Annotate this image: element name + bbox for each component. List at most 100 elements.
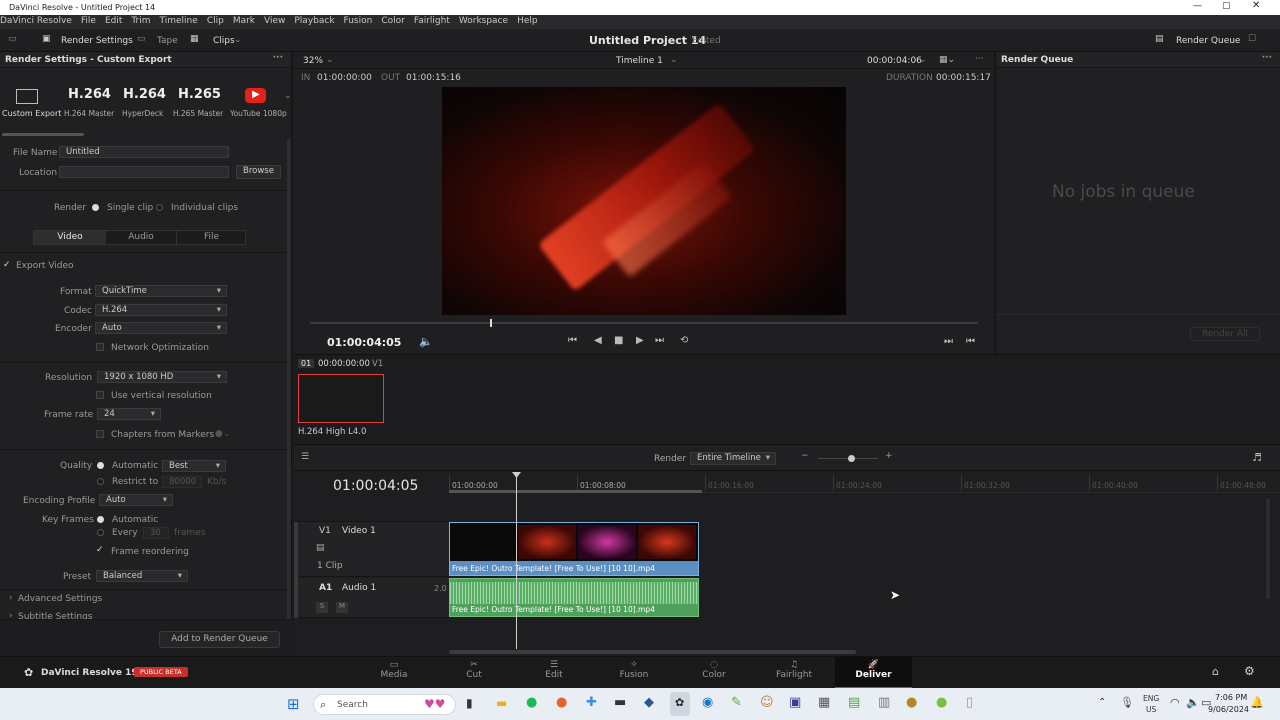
browse-button[interactable]: Browse [236, 165, 281, 179]
preset-h264-master[interactable]: H.264 Master [64, 109, 114, 118]
home-icon[interactable]: ⌂ [1212, 665, 1219, 678]
page-cut[interactable]: ✂ Cut [452, 660, 496, 680]
clips-button[interactable]: Clips [213, 36, 235, 46]
format-select[interactable]: QuickTime [95, 285, 227, 297]
zoom-out-icon[interactable]: − [801, 451, 809, 461]
minimize-icon[interactable]: — [1193, 1, 1202, 11]
video-clip[interactable]: Free Epic! Outro Template! [Free To Use!… [449, 522, 699, 576]
windows-start-icon[interactable]: ⊞ [287, 695, 300, 713]
menu-item-edit[interactable]: Edit [105, 16, 122, 26]
volume-icon[interactable]: 🔈 [1186, 696, 1200, 709]
preset-custom-export[interactable]: Custom Export [2, 109, 61, 118]
zoom-in-icon[interactable]: + [885, 451, 893, 461]
tape-icon[interactable]: ▭ [137, 34, 146, 44]
page-fairlight[interactable]: ♫ Fairlight [772, 660, 816, 680]
more-options-icon[interactable]: ··· [273, 53, 283, 63]
single-clip-radio[interactable] [92, 204, 99, 211]
chevron-down-icon[interactable]: ⌄ [234, 35, 242, 45]
play-reverse-icon[interactable]: ◀ [594, 335, 602, 346]
zoom-slider-handle[interactable] [848, 455, 855, 462]
timeline-name[interactable]: Timeline 1 [616, 56, 663, 66]
resolution-select[interactable]: 1920 x 1080 HD [97, 371, 227, 383]
chevron-right-icon[interactable]: › [9, 593, 13, 603]
wifi-icon[interactable]: ◠ [1170, 696, 1180, 709]
layout-icon[interactable]: ▭ [8, 34, 17, 44]
audio-clip[interactable]: Free Epic! Outro Template! [Free To Use!… [449, 578, 699, 617]
notification-icon[interactable]: 🔔 [1250, 696, 1264, 709]
add-to-render-queue-button[interactable]: Add to Render Queue [159, 631, 280, 648]
stop-icon[interactable]: ■ [614, 335, 623, 346]
timeline-options-icon[interactable]: ☰ [301, 452, 309, 462]
app-icon[interactable]: ✚ [586, 695, 597, 710]
more-options-icon[interactable]: ··· [1262, 53, 1272, 63]
track-clip-icon[interactable]: ▤ [316, 543, 325, 553]
settings-gear-icon[interactable]: ⚙ [1244, 664, 1255, 678]
app-icon[interactable]: ✎ [731, 695, 742, 710]
clock-time[interactable]: 7:06 PM [1215, 693, 1247, 702]
app-icon[interactable]: ◆ [644, 695, 654, 710]
menu-item-workspace[interactable]: Workspace [459, 16, 508, 26]
encoding-profile-select[interactable]: Auto [99, 494, 173, 506]
page-media[interactable]: ▭ Media [372, 660, 416, 680]
custom-export-icon[interactable] [16, 89, 38, 104]
menu-item-timeline[interactable]: Timeline [160, 16, 198, 26]
quality-automatic-radio[interactable] [97, 462, 104, 469]
menu-item-playback[interactable]: Playback [294, 16, 334, 26]
next-clip-icon[interactable]: ⏭ [944, 336, 953, 347]
chevron-down-icon[interactable]: ⌄ [670, 55, 678, 65]
render-queue-icon[interactable]: ▤ [1155, 34, 1164, 44]
davinci-taskbar-icon[interactable]: ✿ [670, 692, 690, 716]
page-edit[interactable]: ☰ Edit [532, 660, 576, 680]
tab-video[interactable]: Video [34, 231, 106, 244]
app-icon[interactable]: ▯ [966, 695, 973, 710]
timeline-scrollbar[interactable] [449, 650, 856, 654]
quality-select[interactable]: Best [162, 460, 226, 472]
taskbar-search[interactable]: ⌕ Search ♥♥ [313, 694, 456, 715]
mute-button[interactable]: M [336, 602, 348, 613]
file-explorer-icon[interactable]: ▬ [496, 696, 507, 710]
preset-scrollbar[interactable] [2, 133, 84, 136]
advanced-settings-toggle[interactable]: Advanced Settings [18, 594, 102, 604]
language-indicator[interactable]: ENG [1143, 694, 1159, 703]
frame-reordering-checkbox[interactable]: ✓ [96, 545, 104, 555]
menu-item-davinci-resolve[interactable]: DaVinci Resolve [0, 16, 72, 26]
clips-icon[interactable]: ▦ [190, 34, 199, 44]
maximize-icon[interactable]: ▢ [1222, 1, 1231, 11]
spotify-icon[interactable]: ● [526, 695, 537, 710]
menu-item-trim[interactable]: Trim [131, 16, 150, 26]
render-all-button[interactable]: Render All [1190, 327, 1260, 341]
render-range-select[interactable]: Entire Timeline [690, 452, 776, 465]
tab-audio[interactable]: Audio [106, 231, 176, 244]
page-deliver[interactable]: 🚀 Deliver [835, 657, 912, 689]
preset-youtube-1080p[interactable]: YouTube 1080p [230, 109, 287, 118]
menu-item-fusion[interactable]: Fusion [344, 16, 373, 26]
menu-item-view[interactable]: View [264, 16, 285, 26]
codec-select[interactable]: H.264 [95, 304, 227, 316]
terminal-icon[interactable]: ▬ [614, 695, 626, 710]
preset-h264-master-title[interactable]: H.264 [68, 87, 111, 102]
viewer-options-icon[interactable]: ▦⌄ [939, 55, 955, 65]
network-optimization-checkbox[interactable] [96, 343, 104, 351]
firefox-icon[interactable]: ● [556, 695, 567, 710]
chevron-down-icon[interactable]: ⌄ [326, 55, 334, 65]
menu-item-file[interactable]: File [81, 16, 96, 26]
lock-icon[interactable]: ▤ [848, 695, 860, 710]
panel-toggle-icon[interactable]: ☐ [1248, 34, 1256, 44]
tab-file[interactable]: File [176, 231, 246, 244]
clock-date[interactable]: 9/06/2024 [1208, 705, 1249, 714]
page-fusion[interactable]: ✧ Fusion [612, 660, 656, 680]
chapters-checkbox[interactable] [96, 430, 104, 438]
keyframes-automatic-radio[interactable] [97, 516, 104, 523]
individual-clips-radio[interactable] [156, 204, 163, 211]
vertical-resolution-checkbox[interactable] [96, 391, 104, 399]
page-color[interactable]: ◌ Color [692, 660, 736, 680]
menu-item-mark[interactable]: Mark [233, 16, 255, 26]
location-input[interactable] [59, 166, 229, 178]
menu-item-color[interactable]: Color [381, 16, 405, 26]
timeline-vertical-scrollbar[interactable] [1266, 499, 1270, 599]
more-options-icon[interactable]: ··· [975, 54, 984, 64]
preset-h265-master[interactable]: H.265 Master [173, 109, 223, 118]
render-queue-button[interactable]: Render Queue [1176, 36, 1240, 46]
app-icon[interactable]: ● [906, 695, 917, 710]
audio-meter-icon[interactable]: ♬ [1252, 451, 1262, 464]
